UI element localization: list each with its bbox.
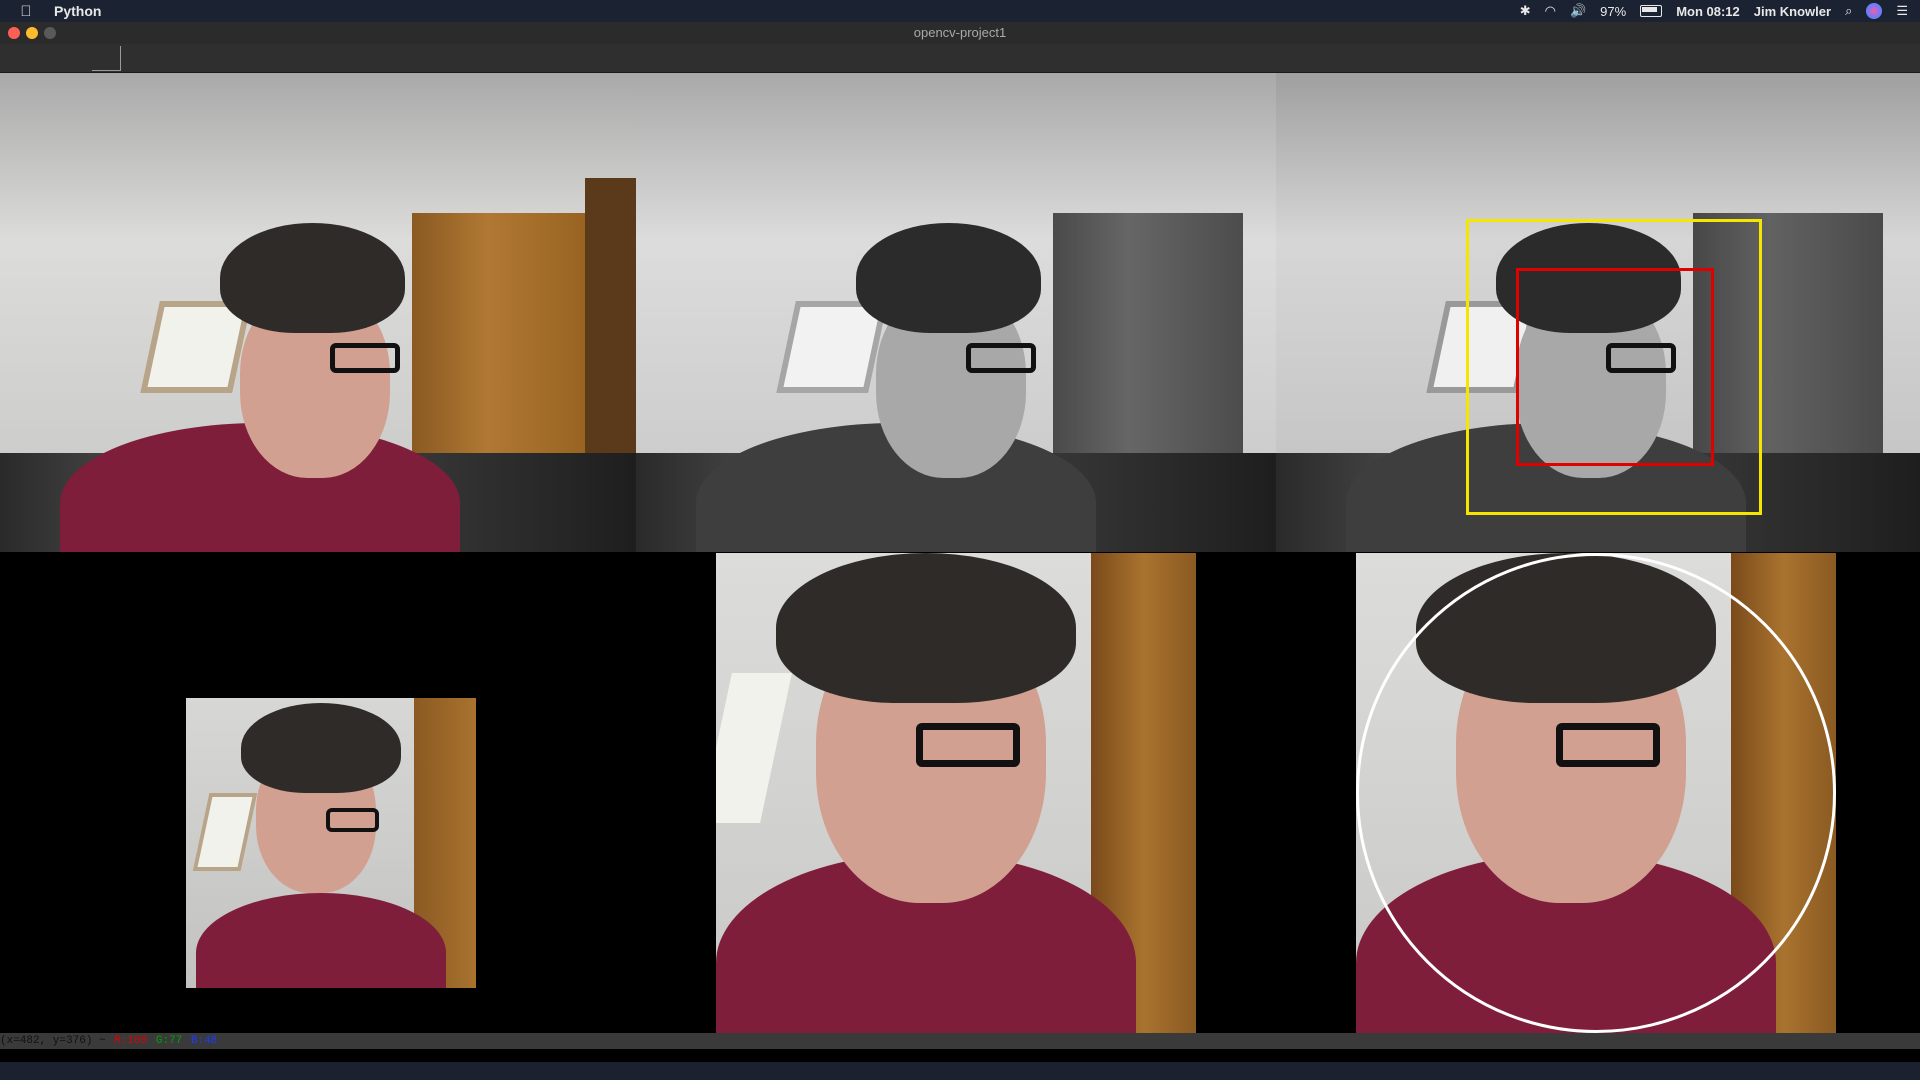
desktop-background [0,1062,1920,1080]
status-coordinates: (x=482, y=376) ~ [0,1035,106,1047]
red-face-rectangle [1516,268,1714,466]
status-blue-value: B:48 [190,1035,218,1047]
zoomed-face-frame [716,553,1196,1033]
toolbar-button[interactable] [92,46,121,71]
volume-icon[interactable]: 🔊 [1570,3,1586,19]
app-menu-name[interactable]: Python [54,3,101,19]
circled-face-frame [1356,553,1836,1033]
wifi-icon[interactable]: ◠ [1545,3,1556,19]
apple-icon[interactable]:  [6,3,46,20]
cropped-small-frame [186,698,476,988]
user-name[interactable]: Jim Knowler [1754,4,1831,19]
window-titlebar[interactable]: opencv-project1 [0,22,1920,45]
search-icon[interactable]: ⌕ [1845,3,1852,19]
menu-bar-status-area: ✱ ◠ 🔊 97% Mon 08:12 Jim Knowler ⌕ ☰ [1520,0,1908,22]
status-bar: (x=482, y=376) ~ R:100 G:77 B:48 [0,1033,1920,1049]
battery-icon[interactable] [1640,5,1663,17]
control-center-icon[interactable]: ☰ [1896,3,1908,19]
bluetooth-icon[interactable]: ✱ [1520,3,1531,19]
white-circle-overlay [1356,553,1836,1033]
detection-frame [1276,73,1920,552]
original-color-frame [0,73,636,552]
clock[interactable]: Mon 08:12 [1676,4,1740,19]
status-red-value: R:100 [114,1035,148,1047]
opencv-window: opencv-project1 (x=482, y=376) ~ R:100 G… [0,22,1920,1062]
window-toolbar [0,44,1920,73]
siri-icon[interactable] [1866,3,1883,19]
menu-bar:  Python ✱ ◠ 🔊 97% Mon 08:12 Jim Knowler… [0,0,1920,22]
status-green-value: G:77 [155,1035,183,1047]
grayscale-frame [636,73,1276,552]
window-title: opencv-project1 [913,25,1007,40]
image-canvas[interactable] [0,73,1920,1033]
battery-percentage[interactable]: 97% [1600,4,1626,19]
